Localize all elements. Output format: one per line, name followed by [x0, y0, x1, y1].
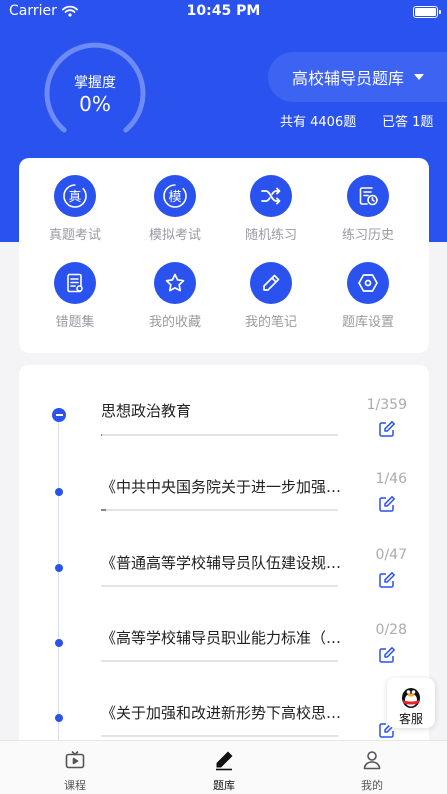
customer-service-button[interactable]: 客服 — [387, 678, 435, 728]
chapter-progress-count: 0/28 — [375, 622, 407, 638]
history-icon — [347, 175, 389, 217]
random-practice-button[interactable]: 随机练习 — [226, 175, 316, 243]
feature-label: 随机练习 — [244, 228, 297, 243]
chapter-progress-fill — [101, 434, 102, 436]
edit-icon[interactable] — [378, 646, 396, 664]
chapter-progress-count: 0/47 — [375, 547, 407, 563]
mock-exam-icon: 模 — [154, 175, 196, 217]
real-exam-icon: 真 — [54, 175, 96, 217]
chapter-progress-bar — [101, 434, 338, 436]
timeline-dot — [55, 639, 63, 647]
pen-icon — [216, 751, 233, 771]
total-questions: 共有 4406题 — [280, 115, 357, 130]
collapse-node-icon[interactable] — [52, 408, 66, 422]
settings-hex-icon — [347, 262, 389, 304]
feature-label: 题库设置 — [341, 315, 394, 330]
chapter-list: 思想政治教育 1/359 《中共中央国务院关于进一步加强和改进大学生思想政治教育… — [19, 365, 429, 765]
bank-name: 高校辅导员题库 — [292, 69, 405, 88]
chapter-progress-fill — [101, 509, 107, 511]
mastery-label: 掌握度 — [74, 75, 116, 91]
feature-label: 我的收藏 — [148, 315, 201, 330]
shuffle-icon — [250, 175, 292, 217]
user-icon — [363, 751, 381, 770]
status-bar: Carrier 10:45 PM — [0, 0, 447, 24]
answered-questions: 已答 1题 — [382, 115, 434, 130]
mastery-gauge: 掌握度 0% — [42, 40, 148, 146]
edit-icon[interactable] — [378, 495, 396, 513]
clock: 10:45 PM — [186, 3, 261, 19]
wrong-questions-button[interactable]: 错题集 — [30, 262, 120, 330]
timeline-dot — [55, 714, 63, 722]
my-favorites-button[interactable]: 我的收藏 — [130, 262, 220, 330]
feature-label: 我的笔记 — [244, 315, 297, 330]
bottom-tab-bar: 课程 题库 我的 — [0, 740, 447, 794]
chapter-progress-bar — [101, 509, 338, 511]
customer-service-label: 客服 — [398, 712, 423, 726]
star-icon — [154, 262, 196, 304]
chapter-progress-bar — [101, 660, 338, 662]
feature-label: 错题集 — [55, 315, 95, 330]
qq-penguin-icon — [402, 688, 420, 708]
tv-icon — [65, 750, 85, 769]
bank-settings-button[interactable]: 题库设置 — [323, 262, 413, 330]
chapter-title: 《关于加强和改进新形势下高校思想政治工作的意见》 — [101, 704, 351, 722]
chapter-progress-bar — [101, 735, 338, 737]
chapter-progress-count: 1/359 — [366, 397, 407, 413]
feature-label: 模拟考试 — [148, 228, 201, 243]
tab-mine[interactable]: 我的 — [332, 749, 412, 793]
chapter-title: 《普通高等学校辅导员队伍建设规定》 — [101, 554, 351, 572]
tab-courses[interactable]: 课程 — [35, 749, 115, 793]
chapter-title: 《高等学校辅导员职业能力标准（暂行）》 — [101, 629, 351, 647]
feature-label: 练习历史 — [341, 228, 394, 243]
chapter-progress-count: 1/46 — [375, 471, 407, 487]
tab-label: 课程 — [64, 779, 86, 792]
mock-exam-button[interactable]: 模 模拟考试 — [130, 175, 220, 243]
wrong-questions-icon — [54, 262, 96, 304]
feature-grid: 真 真题考试 模 模拟考试 随机练习 练习历史 错题集 我的收藏 我的笔记 题库… — [19, 158, 429, 353]
chapter-item[interactable]: 《普通高等学校辅导员队伍建设规定》 0/47 — [19, 520, 429, 600]
timeline-dot — [55, 488, 63, 496]
mastery-value: 0% — [79, 92, 111, 116]
tab-label: 题库 — [213, 779, 235, 792]
timeline-dot — [55, 564, 63, 572]
edit-icon[interactable] — [378, 571, 396, 589]
chapter-progress-bar — [101, 585, 338, 587]
chapter-item[interactable]: 《高等学校辅导员职业能力标准（暂行）》 0/28 — [19, 595, 429, 675]
tab-label: 我的 — [361, 779, 383, 792]
my-notes-button[interactable]: 我的笔记 — [226, 262, 316, 330]
chapter-item[interactable]: 《中共中央国务院关于进一步加强和改进大学生思想政治教育的意见》 1/46 — [19, 445, 429, 525]
chapter-item[interactable]: 思想政治教育 1/359 — [19, 365, 429, 445]
battery-icon — [413, 6, 441, 18]
tab-question-bank[interactable]: 题库 — [184, 749, 264, 793]
real-exam-glyph: 真 — [68, 190, 81, 205]
feature-label: 真题考试 — [48, 228, 101, 243]
real-exam-button[interactable]: 真 真题考试 — [30, 175, 120, 243]
edit-icon[interactable] — [378, 420, 396, 438]
chapter-item[interactable]: 《关于加强和改进新形势下高校思想政治工作的意见》 0/ — [19, 670, 429, 750]
pencil-icon — [250, 262, 292, 304]
dropdown-triangle-icon — [414, 74, 425, 80]
chapter-title: 思想政治教育 — [101, 402, 192, 420]
chapter-title: 《中共中央国务院关于进一步加强和改进大学生思想政治教育的意见》 — [101, 478, 351, 496]
question-bank-selector[interactable]: 高校辅导员题库 — [268, 52, 447, 102]
practice-history-button[interactable]: 练习历史 — [323, 175, 413, 243]
mock-exam-glyph: 模 — [168, 190, 181, 205]
